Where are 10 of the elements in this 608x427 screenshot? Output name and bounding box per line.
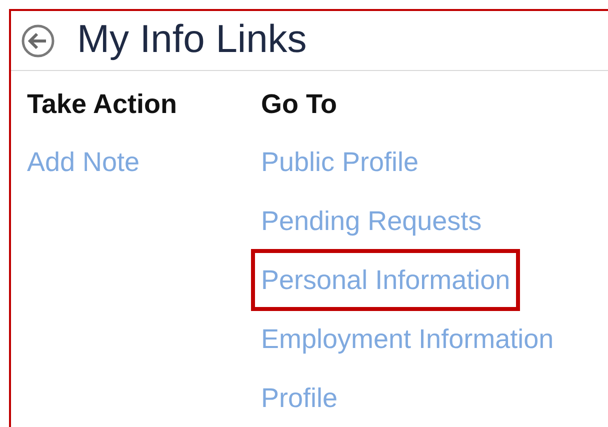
column-heading: Go To	[261, 88, 337, 121]
info-link[interactable]: Add Note	[27, 145, 140, 179]
panel-title: My Info Links	[77, 17, 307, 64]
column-heading: Take Action	[27, 88, 178, 121]
info-link[interactable]: Personal Information	[261, 263, 510, 297]
info-link[interactable]: Pending Requests	[261, 204, 482, 238]
info-link[interactable]: Employment Information	[261, 322, 554, 356]
info-link[interactable]: Profile	[261, 381, 338, 415]
back-icon[interactable]	[21, 24, 55, 58]
info-link[interactable]: Public Profile	[261, 145, 419, 179]
